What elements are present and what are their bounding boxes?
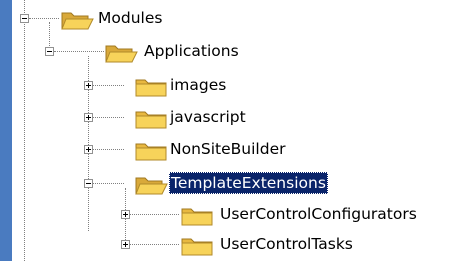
collapse-toggle[interactable] — [20, 14, 29, 23]
tree-node-label: javascript — [170, 108, 246, 126]
expand-toggle[interactable] — [121, 240, 130, 249]
tree-node-label: images — [170, 76, 227, 94]
tree-line — [92, 183, 124, 184]
folder-open-icon — [135, 177, 168, 195]
tree-node-label: UserControlTasks — [220, 235, 353, 253]
folder-icon — [181, 208, 213, 226]
tree-line — [92, 85, 124, 86]
folder-icon — [135, 79, 167, 97]
tree-line — [92, 149, 124, 150]
collapse-toggle[interactable] — [45, 47, 54, 56]
tree-line — [129, 214, 179, 215]
folder-icon — [135, 111, 167, 129]
tree-node-label: Modules — [98, 9, 163, 27]
tree-node-label: UserControlConfigurators — [220, 205, 417, 223]
folder-tree-panel: Modules Applications images javascript N… — [12, 0, 462, 261]
expand-toggle[interactable] — [84, 145, 93, 154]
folder-open-icon — [61, 12, 94, 30]
folder-icon — [135, 143, 167, 161]
tree-node-label: Applications — [144, 42, 239, 60]
collapse-toggle[interactable] — [84, 179, 93, 188]
folder-open-icon — [105, 45, 138, 63]
tree-line — [129, 244, 179, 245]
tree-line — [49, 22, 50, 46]
tree-line — [92, 117, 124, 118]
tree-node-label-selected: TemplateExtensions — [169, 172, 328, 194]
expand-toggle[interactable] — [121, 210, 130, 219]
tree-line — [54, 51, 104, 52]
folder-icon — [181, 238, 213, 256]
expand-toggle[interactable] — [84, 81, 93, 90]
tree-node-label: NonSiteBuilder — [170, 140, 286, 158]
expand-toggle[interactable] — [84, 113, 93, 122]
tree-line — [24, 0, 25, 261]
tree-line — [29, 18, 59, 19]
